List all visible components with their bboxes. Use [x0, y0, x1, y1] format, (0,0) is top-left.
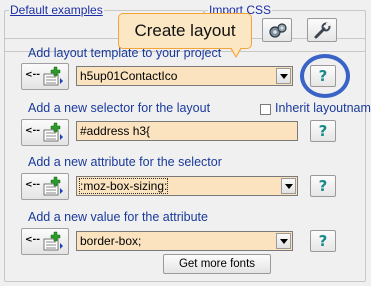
inherit-layoutname-label: Inherit layoutname [275, 101, 371, 115]
add-item-icon: <-- [25, 66, 63, 86]
add-selector-button[interactable]: <-- [21, 119, 69, 146]
value-combo[interactable]: border-box; [76, 231, 293, 251]
svg-text:<--: <-- [25, 70, 40, 80]
section-label-value: Add a new value for the attribute [28, 210, 208, 224]
add-attribute-button[interactable]: <-- [21, 173, 69, 200]
add-item-icon: <-- [25, 231, 63, 251]
gear-icon [269, 23, 287, 38]
attribute-dropdown-button[interactable] [281, 178, 296, 194]
add-value-button[interactable]: <-- [21, 228, 69, 255]
svg-text:<--: <-- [25, 126, 40, 136]
inherit-layoutname-checkbox[interactable] [260, 104, 271, 115]
import-css-button[interactable] [262, 18, 292, 42]
help-button-attribute[interactable]: ? [310, 175, 336, 197]
help-button-selector[interactable]: ? [310, 120, 336, 142]
add-item-icon: <-- [25, 176, 63, 196]
default-examples-link[interactable]: Default examples [9, 3, 104, 17]
create-layout-tooltip: Create layout [118, 13, 252, 49]
template-dropdown-button[interactable] [276, 68, 291, 84]
value-value: border-box; [80, 234, 142, 248]
section-label-attribute: Add a new attribute for the selector [28, 155, 222, 169]
wrench-icon [314, 22, 331, 39]
add-item-icon: <-- [25, 122, 63, 142]
template-combo[interactable]: h5up01ContactIco [76, 66, 293, 86]
selector-input[interactable]: #address h3{ [76, 121, 298, 141]
svg-text:<--: <-- [25, 180, 40, 190]
settings-button[interactable] [307, 18, 337, 42]
get-more-fonts-button[interactable]: Get more fonts [163, 254, 271, 274]
selector-value: #address h3{ [80, 124, 151, 138]
tooltip-arrow-fill [231, 47, 241, 56]
svg-text:<--: <-- [25, 235, 40, 245]
help-button-value[interactable]: ? [310, 230, 336, 252]
highlight-circle [300, 54, 350, 98]
attribute-combo[interactable]: :moz-box-sizing: [76, 176, 298, 196]
add-template-button[interactable]: <-- [21, 63, 69, 90]
template-value: h5up01ContactIco [80, 69, 178, 83]
value-dropdown-button[interactable] [276, 233, 291, 249]
attribute-value: :moz-box-sizing: [78, 178, 169, 194]
section-label-selector: Add a new selector for the layout [28, 101, 211, 115]
